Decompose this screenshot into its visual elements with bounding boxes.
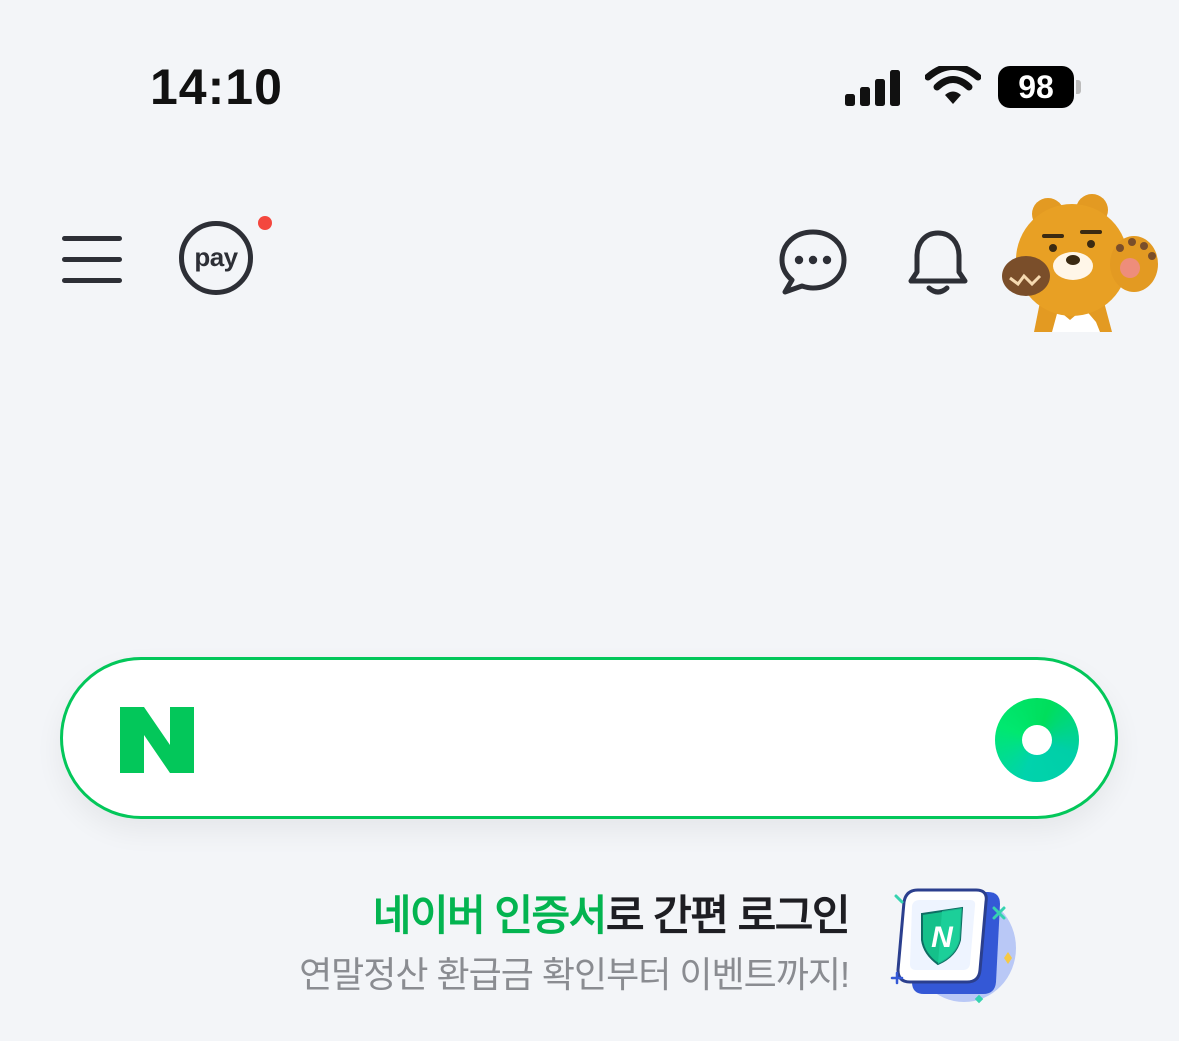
pay-button[interactable]: pay <box>179 221 253 295</box>
battery-icon: 98 <box>998 66 1082 108</box>
chat-bubble-icon[interactable] <box>776 228 850 296</box>
certificate-shield-icon: N <box>890 888 1016 1004</box>
cellular-signal-icon <box>845 70 900 106</box>
hamburger-menu-icon[interactable] <box>60 234 126 286</box>
notification-dot <box>258 216 272 230</box>
green-dot-icon[interactable] <box>995 698 1079 782</box>
naver-logo-icon <box>120 707 194 773</box>
bear-character-avatar[interactable] <box>1000 192 1170 332</box>
status-bar: 14:10 98 <box>0 0 1179 180</box>
battery-tip <box>1076 80 1081 94</box>
promo-title-highlight: 네이버 인증서 <box>372 892 608 939</box>
svg-text:N: N <box>931 921 954 954</box>
status-time: 14:10 <box>150 59 283 115</box>
promo-title-rest: 로 간편 로그인 <box>605 892 851 939</box>
certificate-login-banner[interactable]: 네이버 인증서로 간편 로그인 연말정산 환급금 확인부터 이벤트까지! N <box>0 870 1179 1020</box>
pay-label: pay <box>194 241 238 272</box>
battery-level: 98 <box>998 66 1074 108</box>
bell-icon[interactable] <box>905 228 971 298</box>
search-box[interactable] <box>60 657 1118 819</box>
wifi-icon <box>925 66 981 104</box>
promo-title: 네이버 인증서로 간편 로그인 <box>372 882 851 943</box>
search-input[interactable] <box>223 700 967 782</box>
promo-subtitle: 연말정산 환급금 확인부터 이벤트까지! <box>299 954 850 995</box>
top-bar: pay <box>0 190 1179 340</box>
